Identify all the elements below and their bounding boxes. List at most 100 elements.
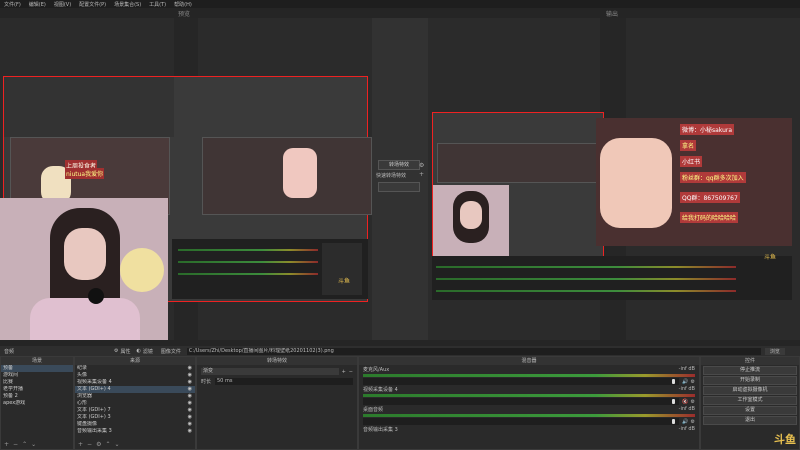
transition-type-select[interactable]: 渐变 <box>201 368 339 375</box>
menu-edit[interactable]: 编辑(E) <box>29 1 46 8</box>
volume-slider-knob[interactable] <box>672 419 676 424</box>
visibility-eye-icon[interactable]: ◉ <box>188 379 192 386</box>
remove-transition-icon[interactable]: − <box>349 369 353 375</box>
visibility-eye-icon[interactable]: ◉ <box>188 400 192 407</box>
visibility-eye-icon[interactable]: ◉ <box>188 421 192 428</box>
overlay-line-4: 粉丝群：qq群多次加入 <box>680 172 746 183</box>
source-item[interactable]: 音频输出采集 3 ◉ <box>75 428 195 435</box>
source-item-label: 视频采集设备 4 <box>77 379 112 385</box>
studio-mode-button[interactable]: 工作室模式 <box>703 396 797 405</box>
quick-transition-slot[interactable] <box>378 182 420 192</box>
source-settings-icon[interactable]: ⚙ <box>96 441 101 448</box>
controls-title: 控件 <box>701 357 799 365</box>
channel-gear-icon[interactable]: ⚙ <box>691 399 695 405</box>
overlay-line-5: QQ群：867509767 <box>680 192 740 203</box>
properties-gear-icon[interactable]: ⚙ <box>114 348 118 354</box>
scene-item[interactable]: 游戏间 <box>1 372 73 379</box>
menu-scene-collection[interactable]: 场景集合(S) <box>114 1 141 8</box>
scene-item[interactable]: 预备 2 <box>1 393 73 400</box>
scene-item[interactable]: 预备 <box>1 365 73 372</box>
source-item-label: 键盘摄像 <box>77 421 98 427</box>
visibility-eye-icon[interactable]: ◉ <box>188 407 192 414</box>
menu-view[interactable]: 视图(V) <box>54 1 71 8</box>
source-item-label: 音频输出采集 3 <box>77 428 112 434</box>
volume-slider-knob[interactable] <box>672 379 676 384</box>
channel-gear-icon[interactable]: ⚙ <box>691 379 695 385</box>
source-item[interactable]: 文本 (GDI+) 4 ◉ <box>75 386 195 393</box>
mixer-title: 混音器 <box>359 357 699 365</box>
duration-label: 时长 <box>201 379 212 385</box>
source-item[interactable]: 头像 ◉ <box>75 372 195 379</box>
menu-profile[interactable]: 配置文件(P) <box>79 1 106 8</box>
menu-tools[interactable]: 工具(T) <box>149 1 166 8</box>
mixer-channel: 音频输出采集 3 -inf dB <box>363 426 695 433</box>
source-item[interactable]: 浏览器 ◉ <box>75 393 195 400</box>
mixer-channel-db: -inf dB <box>678 406 695 412</box>
mixer-channel: 视频采集设备 4 -inf dB 🔇 ⚙ <box>363 386 695 405</box>
filters-icon[interactable]: ◐ <box>137 348 141 354</box>
remove-source-icon[interactable]: − <box>87 441 92 448</box>
start-virtual-camera-button[interactable]: 启动虚拟摄像机 <box>703 386 797 395</box>
exit-button[interactable]: 退出 <box>703 416 797 425</box>
visibility-eye-icon[interactable]: ◉ <box>188 428 192 435</box>
visibility-eye-icon[interactable]: ◉ <box>188 386 192 393</box>
channel-gear-icon[interactable]: ⚙ <box>691 419 695 425</box>
settings-button[interactable]: 设置 <box>703 406 797 415</box>
add-quick-transition-icon[interactable]: + <box>419 171 424 178</box>
source-item[interactable]: 键盘摄像 ◉ <box>75 421 195 428</box>
visibility-eye-icon[interactable]: ◉ <box>188 393 192 400</box>
transition-gear-icon[interactable]: ⚙ <box>419 162 424 169</box>
remove-scene-icon[interactable]: − <box>13 441 18 448</box>
image-path-field[interactable]: C:/Users/Zhi/Desktop/直播间图片/料理壁纸20201102(… <box>186 347 761 355</box>
transition-column: 转场特效 ⚙ 快速转场特效 + <box>372 18 428 340</box>
source-item[interactable]: 视频采集设备 4 ◉ <box>75 379 195 386</box>
menu-file[interactable]: 文件(F) <box>4 1 21 8</box>
add-transition-icon[interactable]: + <box>342 369 346 375</box>
start-recording-button[interactable]: 开始录制 <box>703 376 797 385</box>
move-scene-up-icon[interactable]: ⌃ <box>22 441 27 448</box>
menu-help[interactable]: 帮助(H) <box>174 1 192 8</box>
properties-button[interactable]: 属性 <box>120 348 130 355</box>
scene-item[interactable]: apex游戏 <box>1 400 73 407</box>
mixer-channel-db: -inf dB <box>678 366 695 372</box>
program-watermark: 斗鱼 <box>764 254 777 261</box>
duration-field[interactable]: 50 ms <box>215 378 353 385</box>
muted-speaker-icon[interactable]: 🔇 <box>682 399 688 405</box>
source-item[interactable]: 心形 ◉ <box>75 400 195 407</box>
speaker-icon[interactable]: 🔊 <box>682 379 688 385</box>
move-source-up-icon[interactable]: ⌃ <box>105 441 110 448</box>
volume-slider[interactable] <box>363 418 680 425</box>
volume-slider[interactable] <box>363 398 680 405</box>
source-item-label: 心形 <box>77 400 88 406</box>
transition-button[interactable]: 转场特效 <box>378 160 420 170</box>
mixer-channel-name: 桌面音频 <box>363 407 384 413</box>
speaker-icon[interactable]: 🔊 <box>682 419 688 425</box>
program-webcam <box>433 185 509 257</box>
program-nested-mixer <box>432 256 792 300</box>
program-overlay: 微博：小秘sakura 拿名 小红书 粉丝群：qq群多次加入 QQ群：86750… <box>596 118 792 246</box>
filters-button[interactable]: 滤镜 <box>143 348 153 355</box>
scene-item[interactable]: 比赛 <box>1 379 73 386</box>
scene-item[interactable]: 老学开播 <box>1 386 73 393</box>
program-nested-thumb <box>437 143 601 183</box>
sources-dock: 来源 纪录 ◉ 头像 ◉ 视频采集设备 4 ◉ 文本 (GDI+) 4 ◉ 浏览器 ◉ 心… <box>74 356 196 450</box>
visibility-eye-icon[interactable]: ◉ <box>188 414 192 421</box>
visibility-eye-icon[interactable]: ◉ <box>188 372 192 379</box>
source-toolbar: 音频 ⚙ 属性 ◐ 滤镜 图像文件 C:/Users/Zhi/Desktop/直… <box>0 346 800 356</box>
preview-canvas[interactable]: 上周投食者 niutua我爱你 斗鱼 <box>0 18 372 340</box>
move-source-down-icon[interactable]: ⌄ <box>114 441 119 448</box>
sources-title: 来源 <box>75 357 195 365</box>
volume-slider-knob[interactable] <box>672 399 676 404</box>
move-scene-down-icon[interactable]: ⌄ <box>31 441 36 448</box>
visibility-eye-icon[interactable]: ◉ <box>188 365 192 372</box>
source-item[interactable]: 文本 (GDI+) 7 ◉ <box>75 407 195 414</box>
source-item[interactable]: 文本 (GDI+) 3 ◉ <box>75 414 195 421</box>
volume-slider[interactable] <box>363 378 680 385</box>
preview-label: 预览 <box>178 11 191 18</box>
source-item-label: 文本 (GDI+) 3 <box>77 414 111 420</box>
add-source-icon[interactable]: + <box>78 441 83 448</box>
stop-streaming-button[interactable]: 停止推流 <box>703 366 797 375</box>
browse-button[interactable]: 浏览 <box>764 347 785 355</box>
add-scene-icon[interactable]: + <box>4 441 9 448</box>
source-item[interactable]: 纪录 ◉ <box>75 365 195 372</box>
